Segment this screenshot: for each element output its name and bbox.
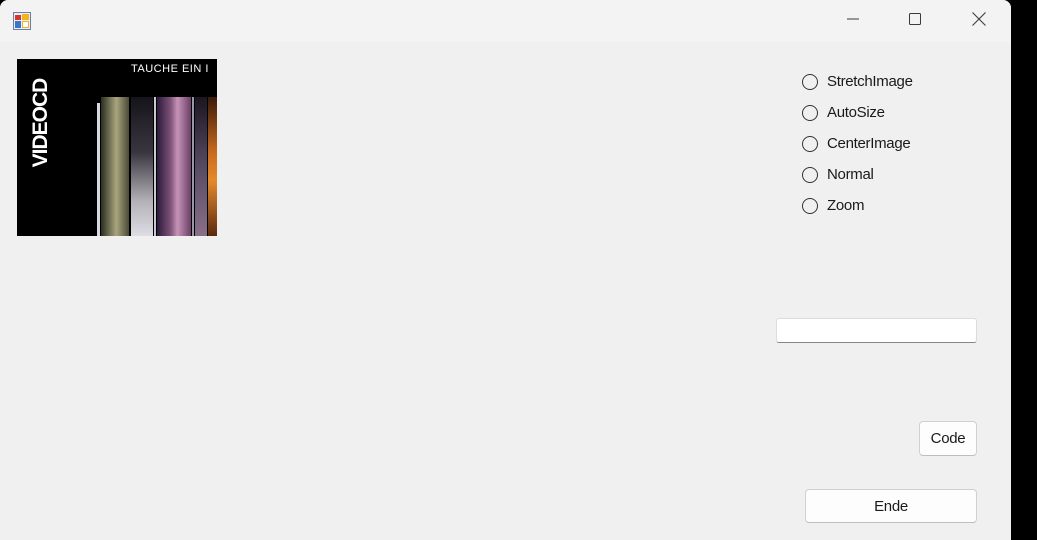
radio-auto-size[interactable]: AutoSize (802, 97, 913, 128)
radio-button-circle[interactable] (802, 135, 818, 152)
videocd-logo-text: VIDEOCD (29, 78, 52, 168)
face-strip-5 (208, 97, 217, 236)
videocd-logo: VIDEOCD (17, 59, 67, 236)
close-button[interactable] (947, 0, 1011, 42)
app-form-icon[interactable] (13, 12, 31, 30)
text-input[interactable] (776, 318, 977, 343)
close-icon (972, 11, 986, 31)
face-strip-1 (101, 97, 129, 236)
picture-caption: TAUCHE EIN I (131, 63, 209, 75)
maximize-icon (909, 12, 921, 30)
radio-button-circle[interactable] (802, 73, 818, 90)
ende-button[interactable]: Ende (805, 489, 977, 523)
radio-zoom[interactable]: Zoom (802, 190, 913, 221)
radio-label: CenterImage (827, 135, 911, 152)
maximize-button[interactable] (883, 0, 947, 42)
face-strip-4 (195, 97, 207, 236)
code-button[interactable]: Code (919, 421, 977, 456)
bar-white-2 (154, 97, 156, 236)
radio-button-circle[interactable] (802, 104, 818, 121)
radio-button-circle[interactable] (802, 197, 818, 214)
app-window: VIDEOCD TAUCHE EIN I StretchImage AutoSi… (0, 0, 1011, 540)
face-strip-2 (131, 97, 153, 236)
size-mode-radio-group: StretchImage AutoSize CenterImage Normal… (802, 66, 913, 221)
radio-label: Normal (827, 166, 874, 183)
minimize-icon (847, 12, 859, 30)
radio-label: Zoom (827, 197, 865, 214)
minimize-button[interactable] (821, 0, 885, 42)
bar-white-3 (192, 97, 194, 236)
picture-box: VIDEOCD TAUCHE EIN I (17, 59, 217, 236)
radio-button-circle[interactable] (802, 166, 818, 183)
radio-stretch-image[interactable]: StretchImage (802, 66, 913, 97)
radio-normal[interactable]: Normal (802, 159, 913, 190)
radio-center-image[interactable]: CenterImage (802, 128, 913, 159)
radio-label: AutoSize (827, 104, 885, 121)
bar-white-1 (97, 103, 100, 236)
face-strip-3 (157, 97, 191, 236)
radio-label: StretchImage (827, 73, 913, 90)
title-bar[interactable] (0, 0, 1011, 42)
